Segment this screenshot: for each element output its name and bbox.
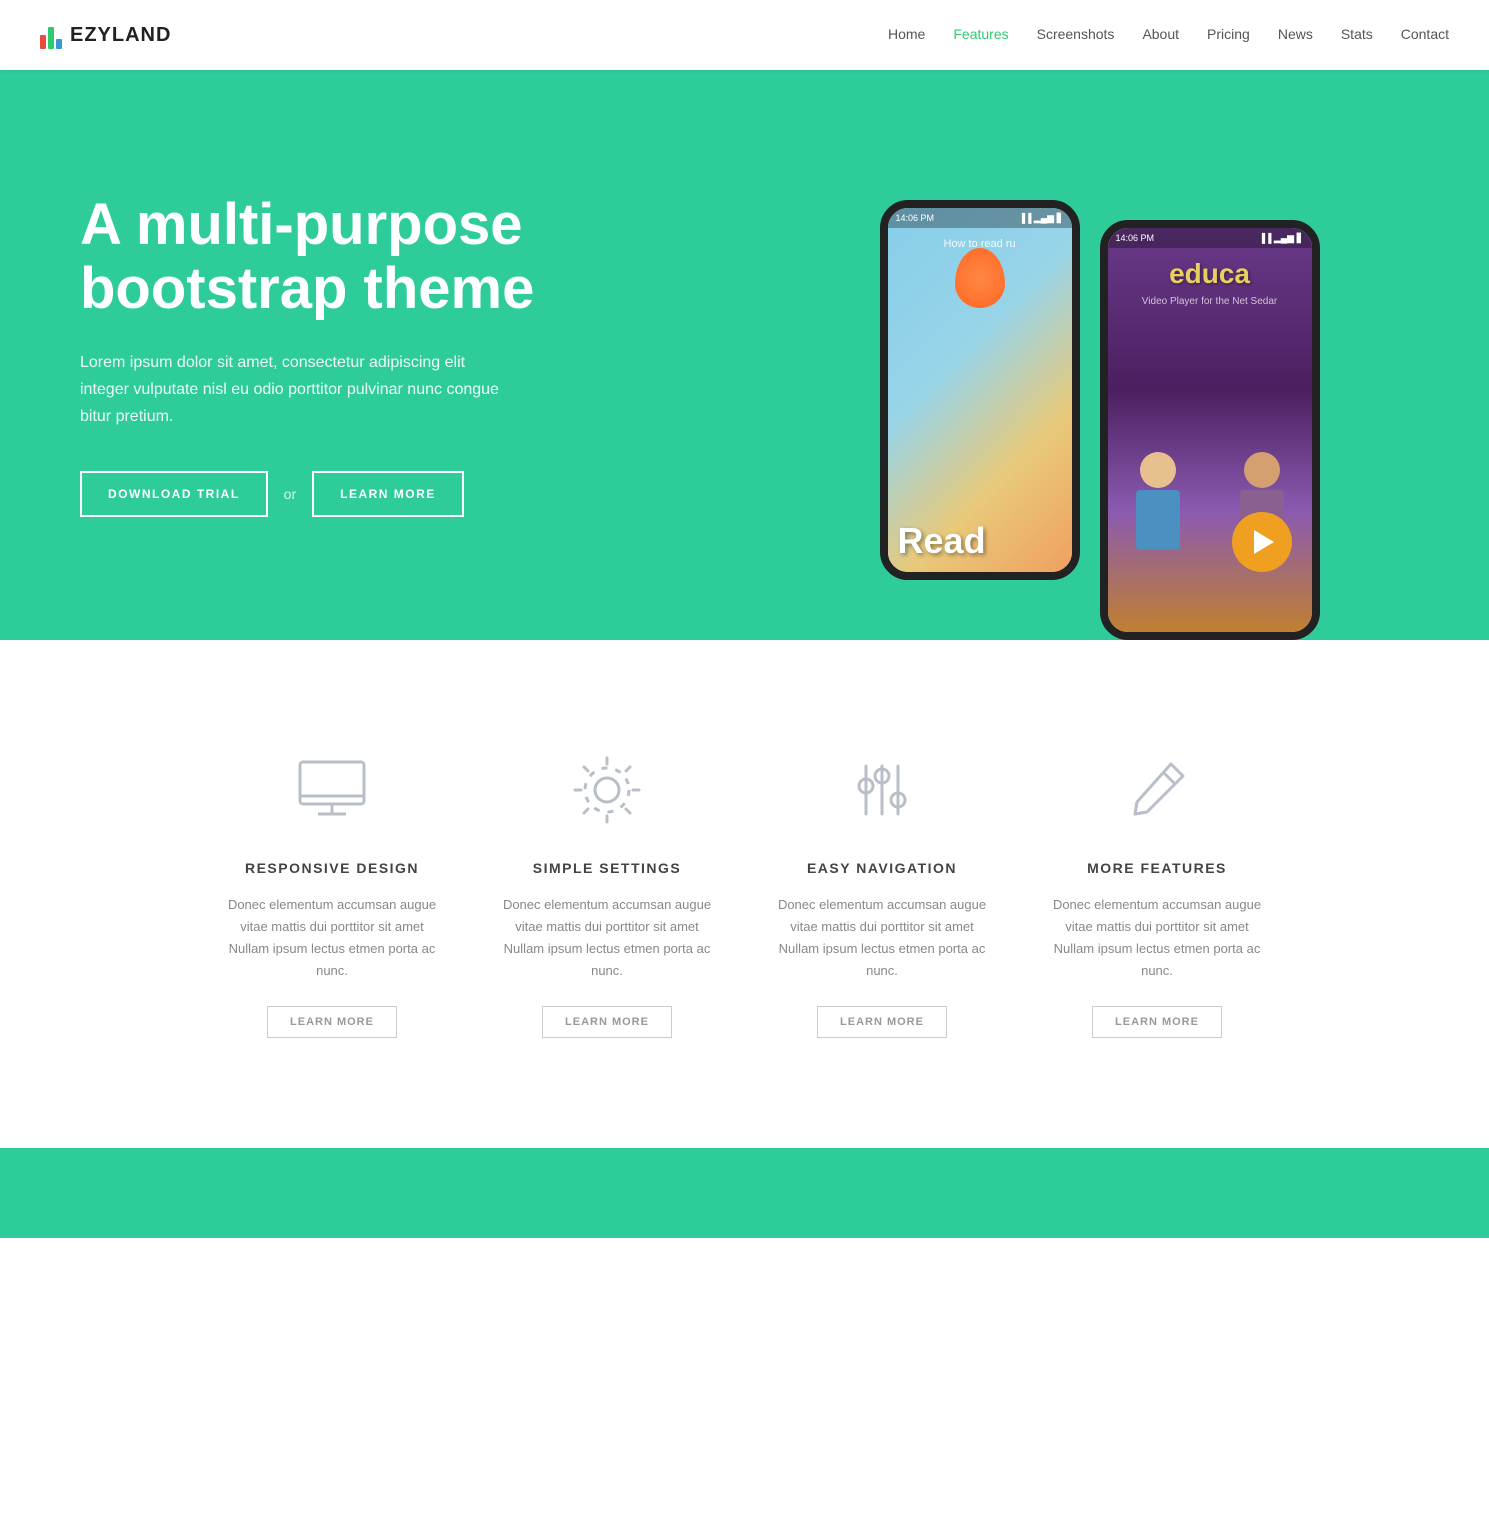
nav-link-screenshots[interactable]: Screenshots [1037,26,1115,42]
phone-time-right: 14:06 PM [1116,233,1155,243]
phone-right: 14:06 PM ▐▐ ▂▄▆ ▋ educa Video Player for… [1100,220,1320,640]
balloon-shape [955,248,1005,308]
pencil-icon [1117,750,1197,830]
settings-icon [567,750,647,830]
phones-container: 14:06 PM ▐▐ ▂▄▆ ▋ How to read ru Read 14… [880,200,1320,640]
phone-icons-right: ▐▐ ▂▄▆ ▋ [1259,233,1304,244]
phone-status-bar-left: 14:06 PM ▐▐ ▂▄▆ ▋ [888,208,1072,228]
feature-title-responsive: RESPONSIVE DESIGN [245,860,419,876]
feature-desc-navigation: Donec elementum accumsan augue vitae mat… [775,894,990,982]
phone-screen-left: 14:06 PM ▐▐ ▂▄▆ ▋ How to read ru Read [888,208,1072,572]
nav-link-news[interactable]: News [1278,26,1313,42]
feature-title-navigation: EASY NAVIGATION [807,860,957,876]
learn-more-hero-button[interactable]: LEARN MORE [312,471,464,517]
feature-desc-responsive: Donec elementum accumsan augue vitae mat… [225,894,440,982]
nav-item-screenshots[interactable]: Screenshots [1037,26,1115,44]
phone-screen-right: 14:06 PM ▐▐ ▂▄▆ ▋ educa Video Player for… [1108,228,1312,632]
learn-more-navigation-button[interactable]: LEARN MORE [817,1006,947,1038]
nav-item-features[interactable]: Features [953,26,1008,44]
nav-item-home[interactable]: Home [888,26,925,44]
phone-subtext-right: Video Player for the Net Sedar [1118,296,1302,307]
features-grid: RESPONSIVE DESIGN Donec elementum accums… [195,730,1295,1058]
features-section: RESPONSIVE DESIGN Donec elementum accums… [0,640,1489,1148]
feature-title-more: MORE FEATURES [1087,860,1227,876]
monitor-icon [292,750,372,830]
nav-item-stats[interactable]: Stats [1341,26,1373,44]
hero-or-text: or [284,486,296,502]
feature-item-settings: SIMPLE SETTINGS Donec elementum accumsan… [470,730,745,1058]
nav-item-contact[interactable]: Contact [1401,26,1449,44]
play-button[interactable] [1232,512,1292,572]
phone-time-left: 14:06 PM [896,213,935,223]
head-left [1140,452,1176,488]
hero-description: Lorem ipsum dolor sit amet, consectetur … [80,349,500,431]
nav-links: Home Features Screenshots About Pricing … [888,26,1449,44]
feature-title-settings: SIMPLE SETTINGS [533,860,682,876]
play-triangle-icon [1254,530,1274,554]
hero-buttons: DOWNLOAD TRIAL or LEARN MORE [80,471,685,517]
feature-desc-settings: Donec elementum accumsan augue vitae mat… [500,894,715,982]
nav-link-about[interactable]: About [1142,26,1179,42]
hero-image: 14:06 PM ▐▐ ▂▄▆ ▋ How to read ru Read 14… [690,0,1489,640]
nav-link-contact[interactable]: Contact [1401,26,1449,42]
body-left [1136,490,1180,550]
phone-left: 14:06 PM ▐▐ ▂▄▆ ▋ How to read ru Read [880,200,1080,580]
learn-more-responsive-button[interactable]: LEARN MORE [267,1006,397,1038]
nav-item-news[interactable]: News [1278,26,1313,44]
hero-title: A multi-purpose bootstrap theme [80,193,685,321]
feature-item-navigation: EASY NAVIGATION Donec elementum accumsan… [745,730,1020,1058]
nav-item-about[interactable]: About [1142,26,1179,44]
sliders-icon [842,750,922,830]
nav-link-features[interactable]: Features [953,26,1008,42]
logo-bar-2 [48,27,54,49]
navbar: EZYLAND Home Features Screenshots About … [0,0,1489,70]
nav-link-home[interactable]: Home [888,26,925,42]
head-right [1244,452,1280,488]
figure-left [1118,452,1198,552]
logo-text: EZYLAND [70,24,171,47]
feature-item-responsive: RESPONSIVE DESIGN Donec elementum accums… [195,730,470,1058]
nav-item-pricing[interactable]: Pricing [1207,26,1250,44]
logo[interactable]: EZYLAND [40,21,171,49]
hero-content: A multi-purpose bootstrap theme Lorem ip… [0,113,745,596]
bottom-strip [0,1148,1489,1238]
phone-text-right: educa [1108,258,1312,290]
logo-icon [40,21,62,49]
nav-link-pricing[interactable]: Pricing [1207,26,1250,42]
hero-section: A multi-purpose bootstrap theme Lorem ip… [0,0,1489,640]
feature-item-more: MORE FEATURES Donec elementum accumsan a… [1020,730,1295,1058]
download-trial-button[interactable]: DOWNLOAD TRIAL [80,471,268,517]
logo-bar-1 [40,35,46,49]
learn-more-more-button[interactable]: LEARN MORE [1092,1006,1222,1038]
learn-more-settings-button[interactable]: LEARN MORE [542,1006,672,1038]
logo-bar-3 [56,39,62,49]
phone-text-left: Read [898,520,986,562]
feature-desc-more: Donec elementum accumsan augue vitae mat… [1050,894,1265,982]
phone-status-bar-right: 14:06 PM ▐▐ ▂▄▆ ▋ [1108,228,1312,248]
nav-link-stats[interactable]: Stats [1341,26,1373,42]
phone-icons-left: ▐▐ ▂▄▆ ▋ [1019,213,1064,224]
